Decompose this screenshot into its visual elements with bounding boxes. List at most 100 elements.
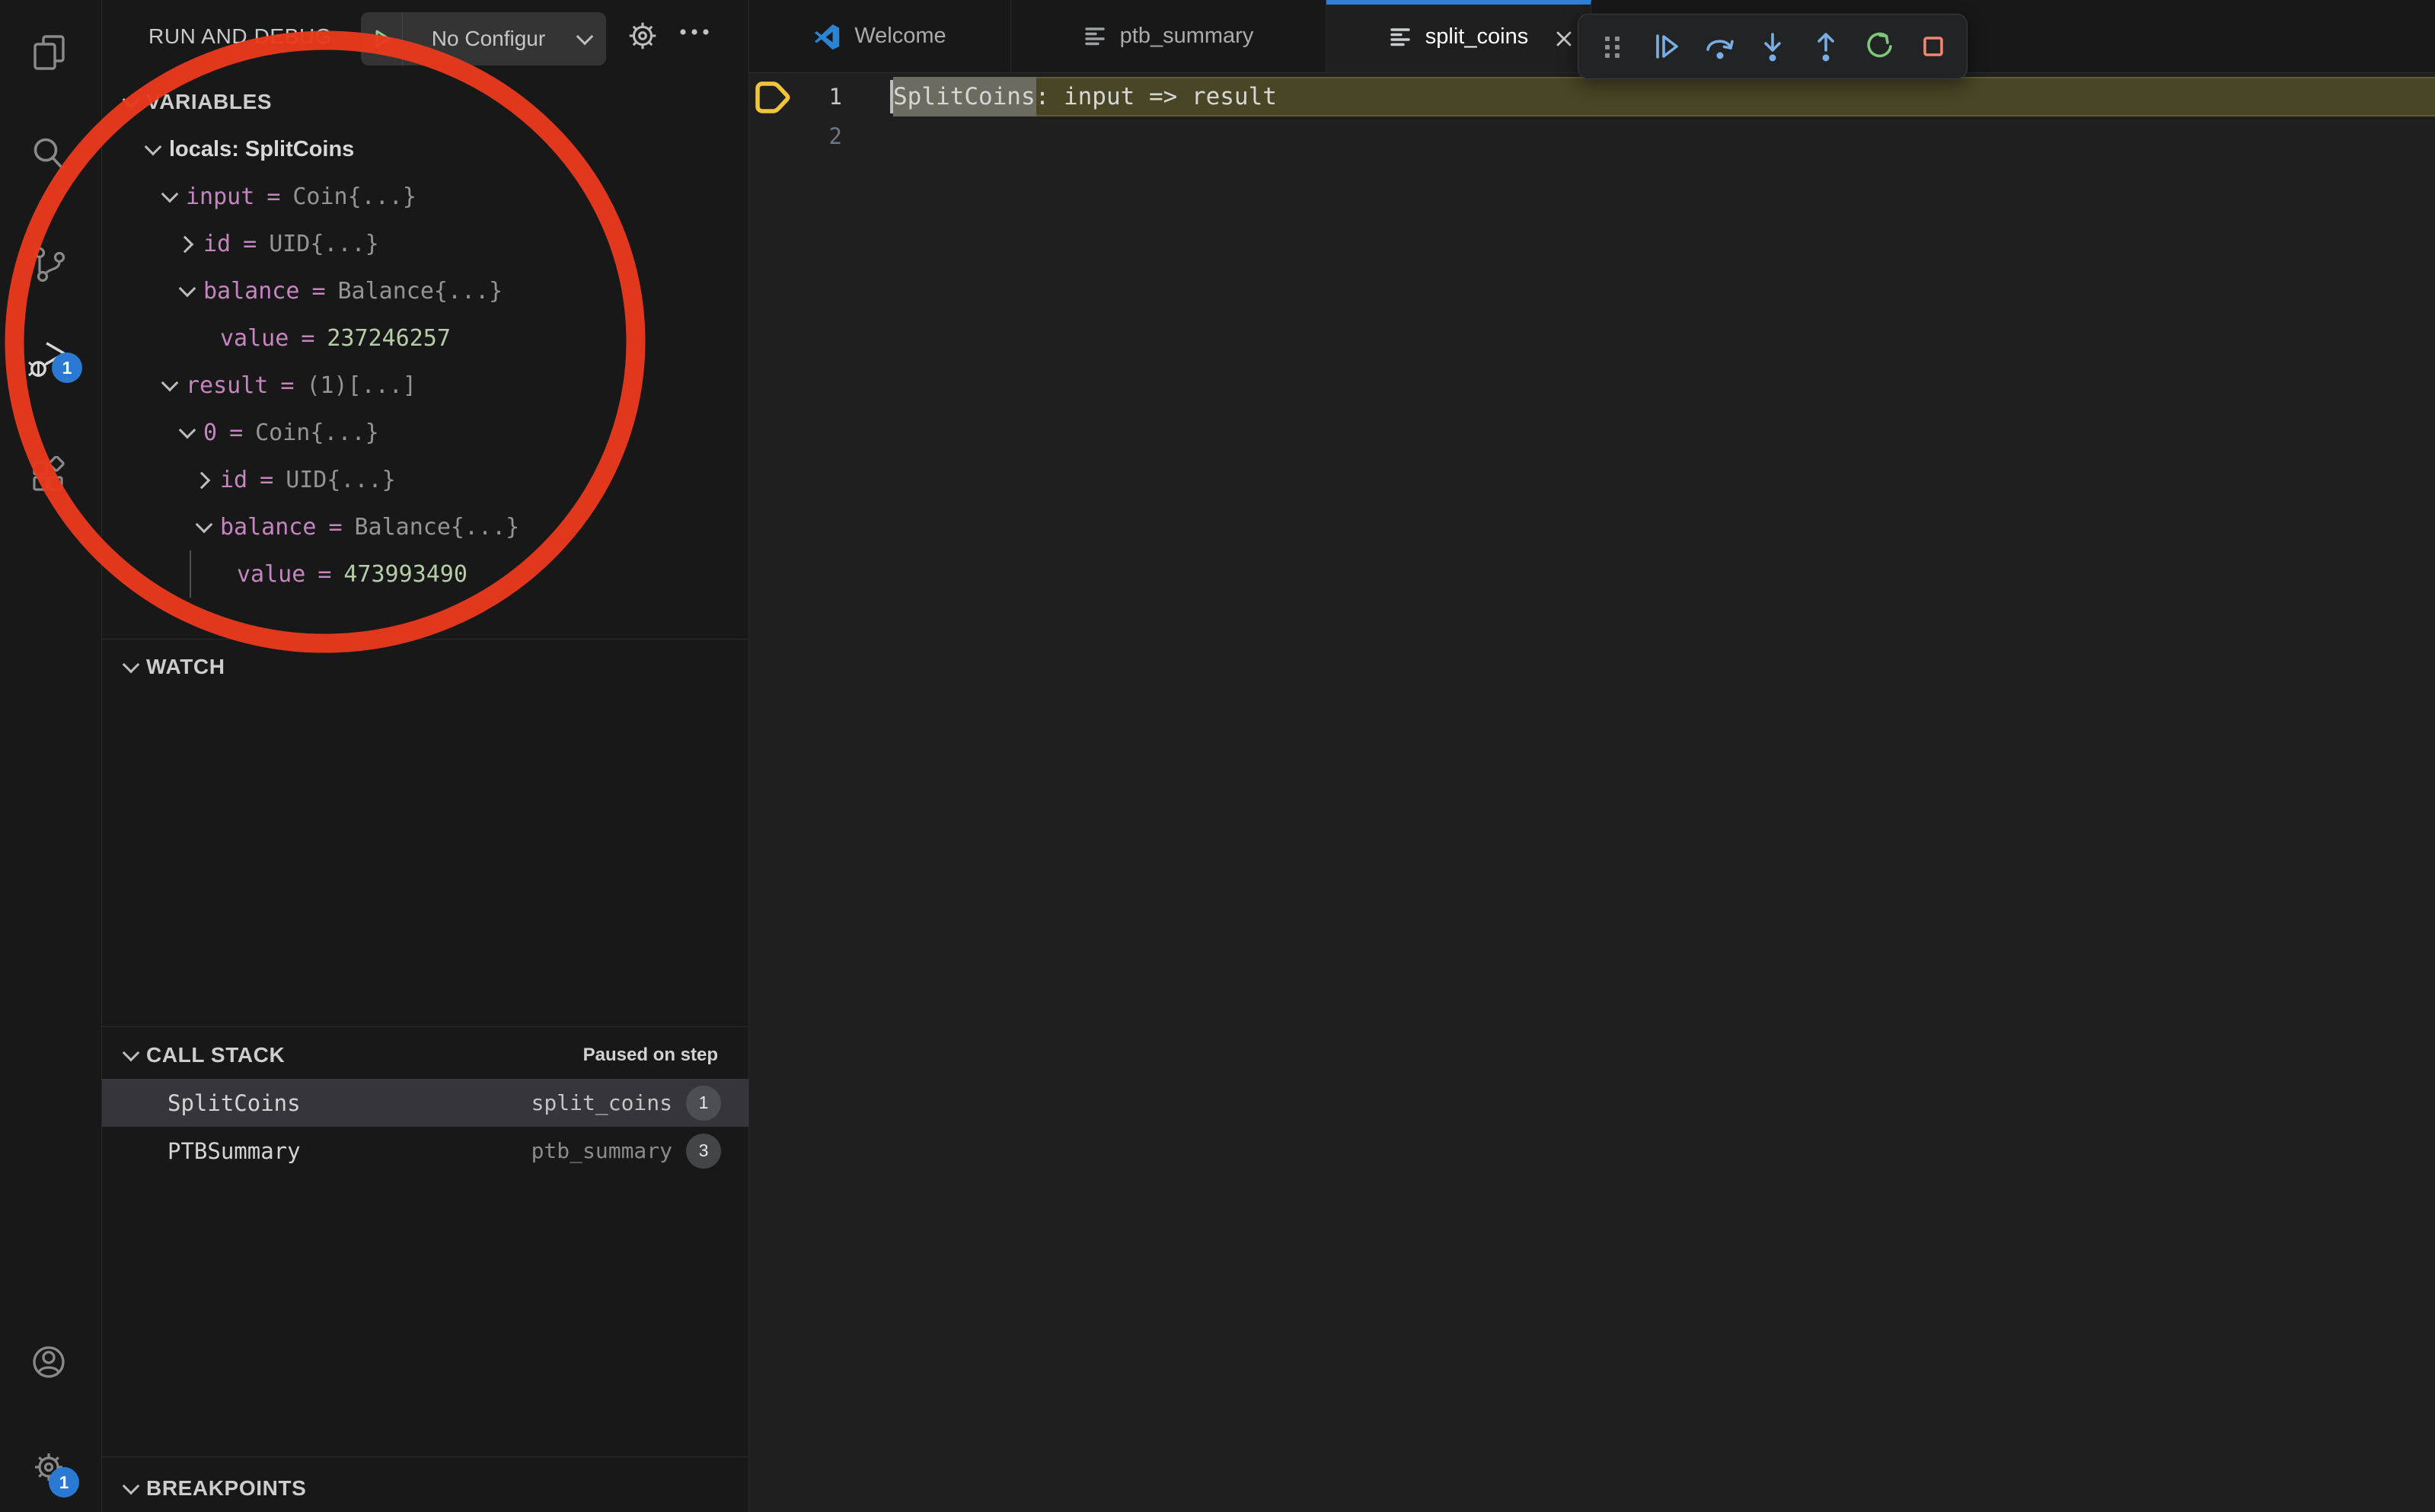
variable-name: result: [186, 372, 268, 399]
equals-sign: =: [311, 278, 325, 305]
variable-row[interactable]: result = (1)[...]: [102, 362, 748, 409]
variable-value: (1)[...]: [306, 372, 416, 399]
chevron-right-icon[interactable]: [177, 234, 196, 254]
variable-row[interactable]: value = 473993490: [102, 550, 748, 598]
section-title: CALL STACK: [146, 1043, 285, 1067]
variable-scope-row[interactable]: locals: SplitCoins: [102, 126, 748, 173]
equals-sign: =: [328, 514, 342, 541]
code-text: : input => result: [1036, 83, 1277, 110]
editor-surface[interactable]: 1 2 SplitCoins: input => result: [749, 73, 2435, 1512]
variable-row[interactable]: input = Coin{...}: [102, 173, 748, 220]
variable-value: UID{...}: [269, 231, 379, 257]
files-icon: [29, 33, 69, 72]
frame-badge: 3: [686, 1134, 721, 1169]
sidebar-item-explorer[interactable]: [27, 31, 70, 74]
variable-value: UID{...}: [286, 467, 396, 493]
play-icon: [369, 27, 394, 51]
gripper-icon: [1594, 29, 1629, 64]
settings-button[interactable]: 1: [27, 1446, 70, 1488]
chevron-down-icon: [574, 29, 594, 49]
variable-value: 237246257: [327, 325, 451, 352]
equals-sign: =: [301, 325, 314, 352]
step-over-button[interactable]: [1695, 19, 1744, 74]
equals-sign: =: [318, 561, 331, 588]
variable-row[interactable]: id = UID{...}: [102, 456, 748, 503]
variable-name: input: [186, 183, 254, 210]
variable-row[interactable]: 0 = Coin{...}: [102, 409, 748, 456]
sidebar-item-run-and-debug[interactable]: 1: [27, 336, 70, 383]
account-button[interactable]: [27, 1341, 70, 1383]
stack-frame[interactable]: SplitCoins split_coins 1: [102, 1079, 748, 1127]
debug-config-dropdown[interactable]: No Configur: [361, 12, 606, 65]
chevron-down-icon[interactable]: [177, 423, 196, 442]
equals-sign: =: [229, 419, 243, 446]
tab-split-coins[interactable]: split_coins: [1326, 0, 1591, 72]
tab-ptb-summary[interactable]: ptb_summary: [1011, 0, 1326, 72]
line-number[interactable]: 1: [780, 77, 842, 116]
frame-name: PTBSummary: [168, 1138, 301, 1164]
chevron-down-icon[interactable]: [120, 1479, 140, 1498]
list-file-icon: [1389, 26, 1412, 49]
sidebar-item-extensions[interactable]: [27, 455, 70, 497]
chevron-placeholder: [210, 564, 230, 584]
code-line-1[interactable]: SplitCoins: input => result: [893, 77, 1277, 116]
step-into-button[interactable]: [1748, 19, 1797, 74]
chevron-down-icon[interactable]: [193, 517, 213, 537]
chevron-down-icon[interactable]: [159, 375, 179, 395]
chevron-down-icon[interactable]: [120, 1045, 140, 1065]
chevron-down-icon[interactable]: [142, 139, 162, 159]
variable-name: id: [220, 467, 247, 493]
sidebar-item-search[interactable]: [27, 132, 70, 175]
breakpoints-header[interactable]: BREAKPOINTS: [102, 1465, 748, 1512]
debug-settings-button[interactable]: [624, 17, 662, 59]
chevron-right-icon[interactable]: [193, 470, 213, 490]
more-actions-button[interactable]: [678, 26, 711, 42]
variable-value: Coin{...}: [255, 419, 379, 446]
line-number[interactable]: 2: [780, 116, 842, 156]
vscode-logo-icon: [813, 23, 841, 50]
variables-header[interactable]: VARIABLES: [102, 78, 748, 126]
chevron-down-icon[interactable]: [177, 281, 196, 301]
equals-sign: =: [280, 372, 294, 399]
frame-source: ptb_summary: [531, 1138, 672, 1163]
tab-label: split_coins: [1425, 24, 1528, 49]
search-icon: [29, 134, 69, 174]
toolbar-drag-handle[interactable]: [1588, 19, 1636, 74]
chevron-down-icon[interactable]: [120, 657, 140, 677]
variable-row[interactable]: value = 237246257: [102, 314, 748, 362]
run-and-debug-sidebar: RUN AND DEBUG No Configur: [102, 0, 749, 1512]
start-debug-button[interactable]: [361, 27, 402, 51]
step-out-button[interactable]: [1802, 19, 1850, 74]
stack-frame[interactable]: PTBSummary ptb_summary 3: [102, 1127, 748, 1175]
sidebar-item-source-control[interactable]: [27, 243, 70, 285]
section-title: WATCH: [146, 655, 225, 679]
equals-sign: =: [243, 231, 257, 257]
variable-row[interactable]: balance = Balance{...}: [102, 503, 748, 550]
extensions-icon: [29, 456, 69, 496]
continue-icon: [1648, 29, 1683, 64]
account-icon: [29, 1342, 69, 1382]
variable-value: Coin{...}: [292, 183, 416, 210]
continue-button[interactable]: [1641, 19, 1690, 74]
tab-welcome[interactable]: Welcome: [749, 0, 1011, 72]
call-stack-header[interactable]: CALL STACK Paused on step: [102, 1032, 748, 1079]
tab-label: Welcome: [854, 24, 946, 49]
section-divider: [102, 1026, 748, 1027]
chevron-down-icon[interactable]: [120, 92, 140, 112]
frame-name: SplitCoins: [168, 1090, 301, 1116]
close-icon: [1553, 28, 1575, 49]
variable-value: 473993490: [343, 561, 468, 588]
variable-row[interactable]: balance = Balance{...}: [102, 267, 748, 314]
watch-header[interactable]: WATCH: [102, 643, 748, 691]
debug-badge: 1: [52, 352, 82, 383]
close-tab-button[interactable]: [1551, 26, 1577, 52]
variable-name: 0: [203, 419, 217, 446]
stop-button[interactable]: [1909, 19, 1958, 74]
sidebar-title: RUN AND DEBUG: [148, 0, 332, 72]
selected-token: SplitCoins: [893, 83, 1036, 110]
chevron-down-icon[interactable]: [159, 187, 179, 206]
restart-button[interactable]: [1856, 19, 1904, 74]
variable-row[interactable]: id = UID{...}: [102, 220, 748, 267]
tab-label: ptb_summary: [1120, 24, 1254, 49]
variables-section: VARIABLES locals: SplitCoins input = Coi…: [102, 78, 748, 598]
